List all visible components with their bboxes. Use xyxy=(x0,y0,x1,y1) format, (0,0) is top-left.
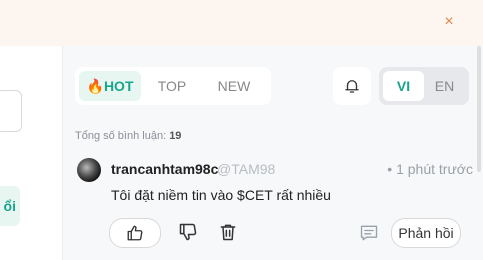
tab-hot[interactable]: 🔥HOT xyxy=(79,71,141,101)
comments-panel: 🔥HOT TOP NEW VI EN Tổng số bình luận: 19… xyxy=(63,46,483,260)
left-panel: ổi xyxy=(0,46,63,260)
left-action-button[interactable]: ổi xyxy=(0,186,20,226)
reply-button[interactable]: Phản hồi xyxy=(391,218,461,248)
tab-top[interactable]: TOP xyxy=(141,71,203,101)
lang-en[interactable]: EN xyxy=(424,71,465,101)
fire-icon: 🔥 xyxy=(86,78,104,94)
lang-vi[interactable]: VI xyxy=(383,71,424,101)
notification-button[interactable] xyxy=(333,67,371,105)
comment-username[interactable]: trancanhtam98c xyxy=(111,161,218,177)
trash-icon[interactable] xyxy=(218,222,238,242)
comment-time: • 1 phút trước xyxy=(387,161,473,177)
notification-bar: × xyxy=(0,0,483,46)
scrollbar[interactable] xyxy=(477,46,481,172)
comment-actions: Phản hồi xyxy=(109,218,471,248)
like-icon xyxy=(127,225,143,241)
message-icon[interactable] xyxy=(359,223,379,243)
avatar[interactable] xyxy=(77,158,101,182)
tab-new[interactable]: NEW xyxy=(203,71,265,101)
bell-icon xyxy=(345,80,359,93)
dislike-icon[interactable] xyxy=(178,222,198,242)
close-icon[interactable]: × xyxy=(441,14,457,30)
language-switch: VI EN xyxy=(379,67,469,105)
comment-sort-tabs: 🔥HOT TOP NEW xyxy=(75,67,271,105)
comment-total: Tổng số bình luận: 19 xyxy=(75,130,181,142)
comment-total-label: Tổng số bình luận: xyxy=(75,130,167,142)
tab-hot-label: HOT xyxy=(103,78,134,94)
comment-text: Tôi đặt niềm tin vào $CET rất nhiều xyxy=(111,187,331,203)
like-button[interactable] xyxy=(109,218,161,248)
comment-total-count: 19 xyxy=(169,130,182,142)
comment-handle: @TAM98 xyxy=(217,161,276,177)
left-input-field[interactable] xyxy=(0,90,22,132)
